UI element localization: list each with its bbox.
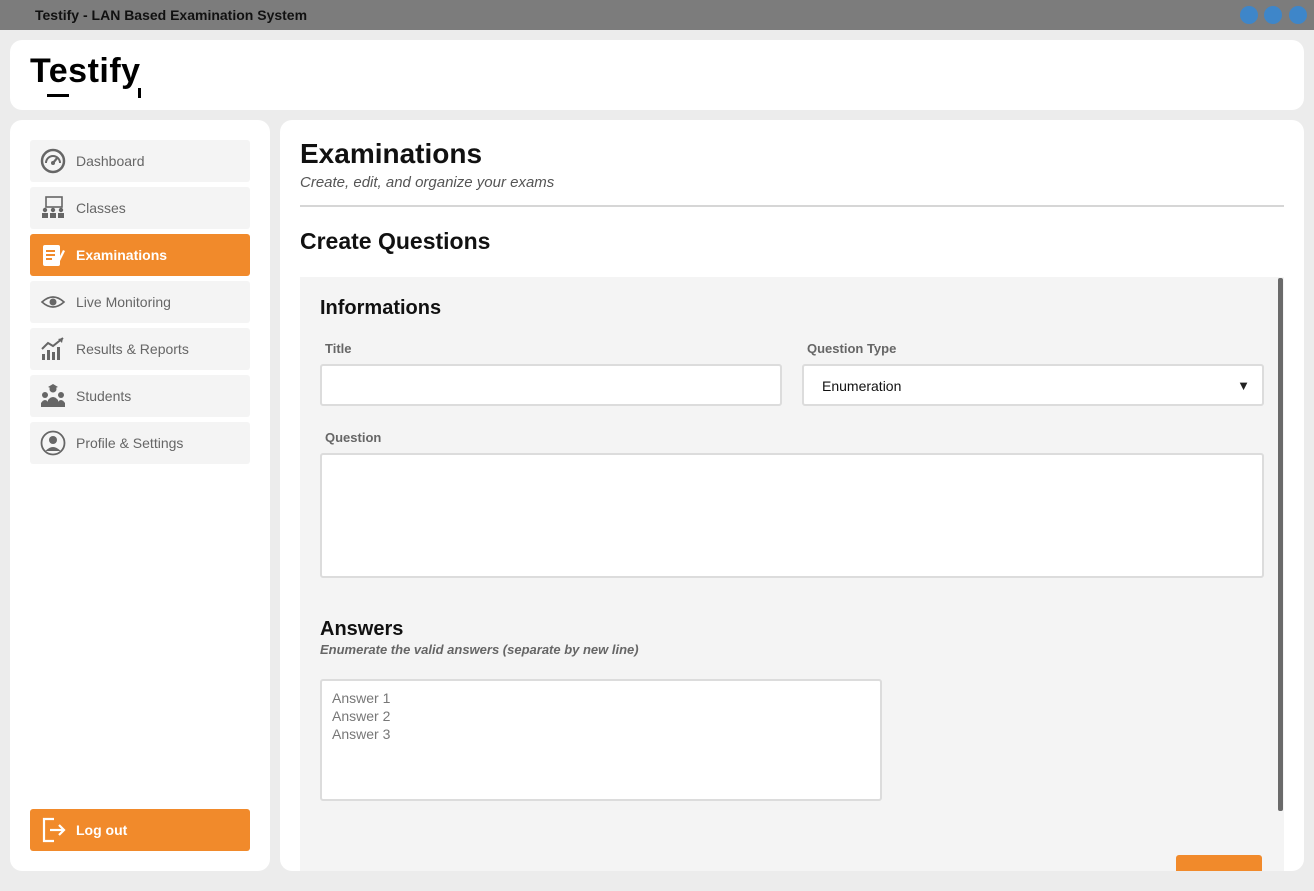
question-label: Question xyxy=(325,430,382,445)
answer-placeholder-line: Answer 1 xyxy=(332,690,391,706)
sidebar-item-examinations[interactable]: Examinations xyxy=(30,234,250,276)
informations-heading: Informations xyxy=(320,297,442,319)
page-title: Examinations xyxy=(300,138,483,169)
logout-label: Log out xyxy=(76,822,128,838)
sidebar-item-classes[interactable]: Classes xyxy=(30,187,250,229)
sidebar-item-students[interactable]: Students xyxy=(30,375,250,417)
exam-notepad-icon xyxy=(40,242,66,268)
sidebar-item-dashboard[interactable]: Dashboard xyxy=(30,140,250,182)
sidebar-item-label: Classes xyxy=(76,200,126,216)
answer-placeholder-line: Answer 2 xyxy=(332,708,391,724)
chevron-down-icon: ▼ xyxy=(1237,378,1250,393)
eye-icon xyxy=(40,289,66,315)
sidebar-item-live-monitoring[interactable]: Live Monitoring xyxy=(30,281,250,323)
sidebar-item-label: Live Monitoring xyxy=(76,294,171,310)
sidebar-item-label: Profile & Settings xyxy=(76,435,184,451)
sidebar-item-label: Dashboard xyxy=(76,153,145,169)
trend-chart-icon xyxy=(40,336,66,362)
window-title: Testify - LAN Based Examination System xyxy=(35,7,308,23)
header-divider xyxy=(300,205,1284,207)
answer-placeholder-line: Answer 3 xyxy=(332,726,391,742)
logo-pin xyxy=(138,88,141,98)
sidebar-item-results-reports[interactable]: Results & Reports xyxy=(30,328,250,370)
logout-icon xyxy=(40,816,68,844)
main-content: Examinations Create, edit, and organize … xyxy=(280,120,1304,871)
minimize-button[interactable] xyxy=(1240,6,1258,24)
logo-underline xyxy=(47,94,69,97)
gauge-icon xyxy=(40,148,66,174)
window-titlebar: Testify - LAN Based Examination System xyxy=(0,0,1314,30)
page-subtitle: Create, edit, and organize your exams xyxy=(300,174,555,191)
sidebar: Dashboard Classes Examinations Live Moni… xyxy=(10,120,270,871)
close-button[interactable] xyxy=(1289,6,1307,24)
header-panel: Testify xyxy=(10,40,1304,110)
maximize-button[interactable] xyxy=(1264,6,1282,24)
classroom-icon xyxy=(40,195,66,221)
logout-button[interactable]: Log out xyxy=(30,809,250,851)
question-form-panel: Informations Title Question Type Enumera… xyxy=(300,277,1284,871)
section-title: Create Questions xyxy=(300,228,491,254)
sidebar-item-label: Students xyxy=(76,388,132,404)
sidebar-item-label: Results & Reports xyxy=(76,341,189,357)
answers-textarea[interactable]: Answer 1 Answer 2 Answer 3 xyxy=(320,679,882,801)
question-textarea[interactable] xyxy=(320,453,1264,578)
answers-instructions: Enumerate the valid answers (separate by… xyxy=(320,642,639,657)
user-circle-icon xyxy=(40,430,66,456)
title-input[interactable] xyxy=(320,364,782,406)
question-type-label: Question Type xyxy=(807,341,897,356)
answers-heading: Answers xyxy=(320,618,404,640)
app-logo: Testify xyxy=(30,52,141,90)
title-label: Title xyxy=(325,341,352,356)
sidebar-item-profile-settings[interactable]: Profile & Settings xyxy=(30,422,250,464)
sidebar-item-label: Examinations xyxy=(76,247,168,263)
question-type-value: Enumeration xyxy=(822,378,902,394)
students-group-icon xyxy=(40,383,66,409)
partially-visible-button[interactable] xyxy=(1176,855,1262,871)
question-type-select[interactable]: Enumeration ▼ xyxy=(802,364,1264,406)
form-scrollbar[interactable] xyxy=(1278,278,1283,811)
